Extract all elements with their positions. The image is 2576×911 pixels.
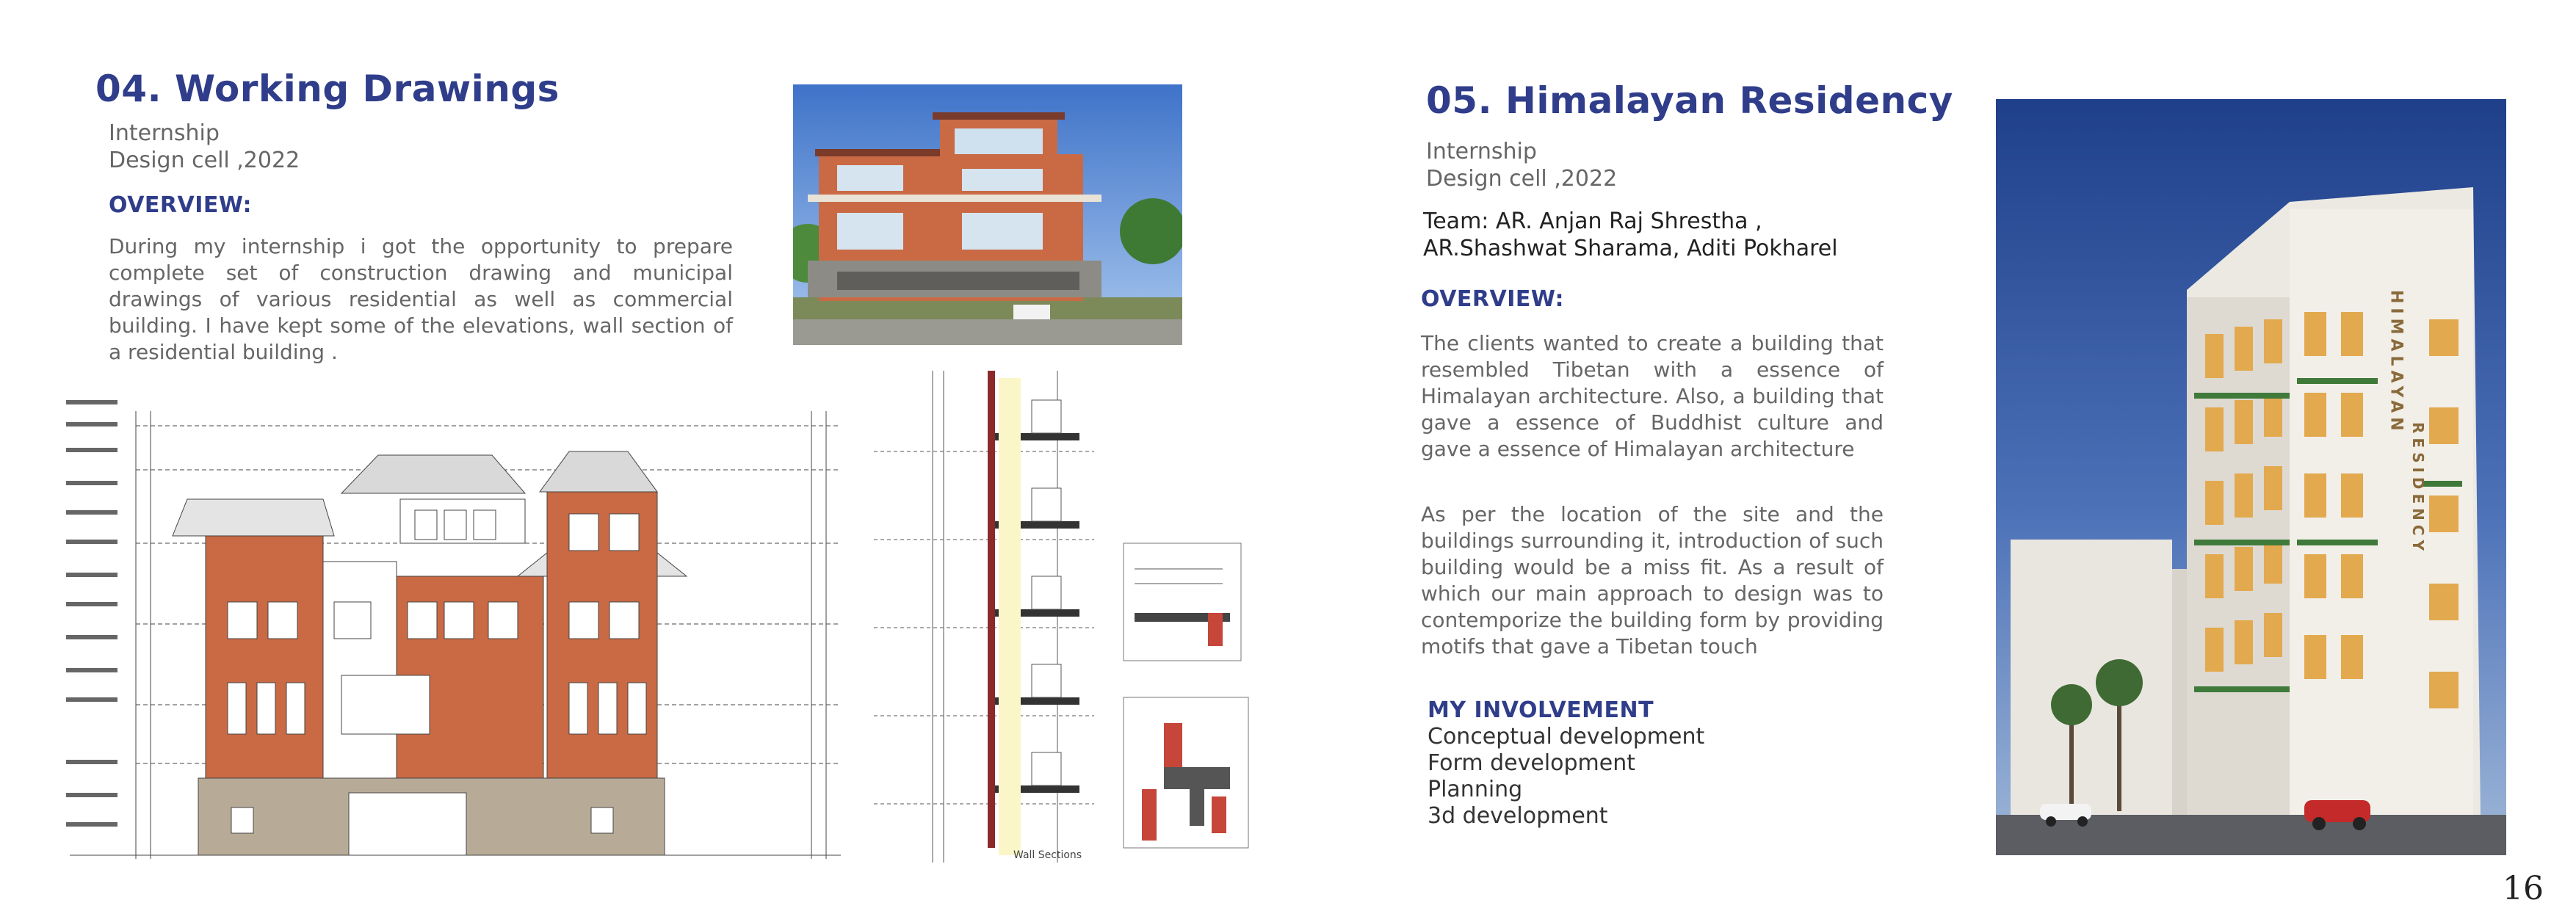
left-subtitle-internship: Internship xyxy=(109,120,220,146)
right-subtitle-internship: Internship xyxy=(1426,139,1537,164)
involvement-item: Conceptual development xyxy=(1428,724,1705,750)
building-sign-residency: RESIDENCY xyxy=(2409,422,2427,555)
right-subtitle-design-cell: Design cell ,2022 xyxy=(1426,166,1618,192)
building-sign-himalayan: HIMALAYAN xyxy=(2387,290,2406,435)
wall-detail-drawing-top xyxy=(1120,540,1245,664)
right-overview-label: OVERVIEW: xyxy=(1421,286,1565,312)
involvement-item: Form development xyxy=(1428,750,1636,776)
right-overview-paragraph-2: As per the location of the site and the … xyxy=(1421,502,1884,658)
left-subtitle-design-cell: Design cell ,2022 xyxy=(109,148,300,173)
page-title-himalayan-residency: 05. Himalayan Residency xyxy=(1426,79,1953,122)
wall-sections-caption: Wall Sections xyxy=(1013,849,1082,861)
front-elevation-drawing xyxy=(62,382,855,866)
involvement-list: Conceptual development Form development … xyxy=(1428,724,1704,830)
page-number: 16 xyxy=(2503,870,2544,907)
left-overview-label: OVERVIEW: xyxy=(109,192,253,218)
himalayan-residency-render: HIMALAYAN RESIDENCY xyxy=(1996,99,2506,855)
wall-section-drawing: Wall Sections xyxy=(874,363,1109,870)
residential-render-photo xyxy=(793,84,1182,345)
team-line-1: Team: AR. Anjan Raj Shrestha , xyxy=(1423,208,1762,234)
involvement-label: MY INVOLVEMENT xyxy=(1428,697,1654,723)
involvement-item: Planning xyxy=(1428,777,1523,802)
involvement-item: 3d development xyxy=(1428,803,1608,829)
left-overview-text: During my internship i got the opportuni… xyxy=(109,234,733,364)
page-title-working-drawings: 04. Working Drawings xyxy=(95,68,560,110)
right-overview-paragraph-1: The clients wanted to create a building … xyxy=(1421,331,1884,461)
wall-detail-drawing-bottom xyxy=(1120,694,1252,852)
team-line-2: AR.Shashwat Sharama, Aditi Pokharel xyxy=(1423,236,1838,261)
